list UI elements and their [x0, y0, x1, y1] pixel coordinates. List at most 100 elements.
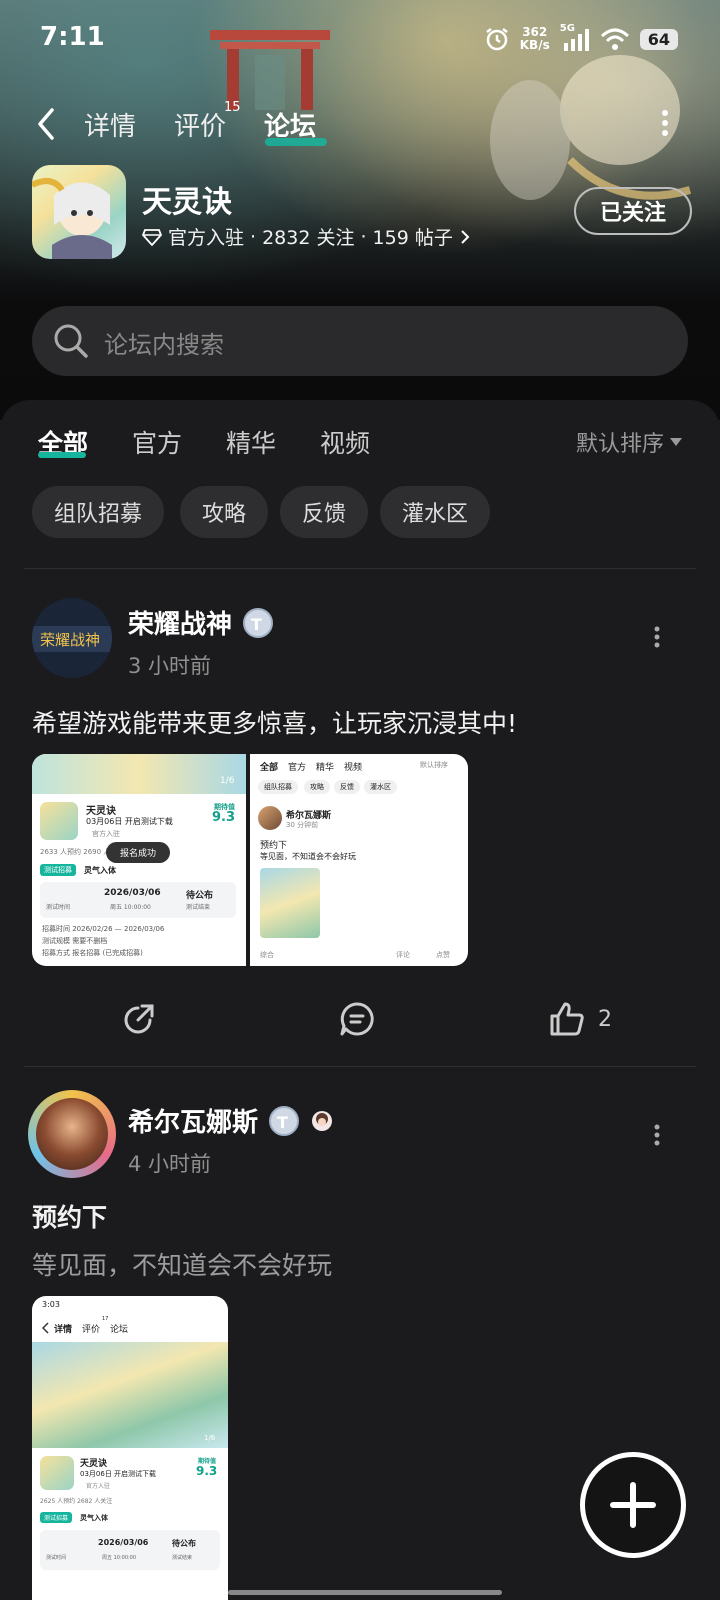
tab-details[interactable]: 详情: [84, 106, 136, 143]
svg-text:荣耀战神: 荣耀战神: [40, 631, 100, 649]
mini-tab: 详情: [54, 1325, 73, 1335]
mini-test-box: 测试时间 2026/03/06 周五 10:00:00 待公布 测试结束: [40, 882, 236, 918]
level-badge-icon: T: [243, 607, 274, 638]
forum-tab-official[interactable]: 官方: [132, 424, 182, 460]
back-arrow-icon[interactable]: [32, 104, 62, 144]
post-image-1[interactable]: 3:03 详情 评价 17 论坛 1/6 天灵诀 03月06日 开启测试下载 官…: [32, 1296, 228, 1600]
official-badge: 官方入驻: [168, 227, 245, 249]
author-name-text: 希尔瓦娜斯: [128, 1108, 259, 1138]
tab-reviews[interactable]: 评价: [174, 106, 226, 143]
svg-text:T: T: [251, 615, 262, 634]
mini-test-date: 2026/03/06: [104, 888, 161, 898]
forum-tab-indicator: [38, 452, 86, 458]
mini-tag: 测试招募: [40, 864, 76, 876]
mini-official: 官方入驻: [86, 1483, 111, 1490]
mini-tab-badge: 17: [102, 1316, 109, 1322]
avatar[interactable]: [28, 1090, 116, 1178]
mini-footer: 综合: [260, 951, 274, 959]
avatar-badge-icon: [312, 1110, 333, 1131]
mini-app-icon: [40, 802, 78, 840]
mini-line: 灵气入体: [80, 1514, 108, 1522]
network-speed: 362 KB/s: [520, 26, 550, 52]
mini-sort: 默认排序: [420, 761, 448, 769]
search-placeholder: 论坛内搜索: [104, 331, 224, 359]
chip-chat[interactable]: 灌水区: [380, 486, 491, 538]
mini-chip: 组队招募: [258, 780, 298, 794]
forum-tab-featured[interactable]: 精华: [226, 424, 276, 460]
post-text: 等见面，不知道会不会好玩: [32, 1251, 333, 1280]
mini-test-time: 周五 10:00:00: [102, 1555, 137, 1561]
meta-separator: ·: [250, 225, 257, 248]
mini-test-label: 测试时间: [46, 904, 71, 911]
mini-page-indicator: 1/6: [220, 776, 235, 786]
comment-icon: [340, 1002, 374, 1036]
app-icon-art: [32, 178, 112, 259]
mini-score: 9.3: [212, 810, 236, 825]
mini-row: 招募方式 报名招募 (已完成招募): [42, 949, 143, 957]
share-button[interactable]: [120, 1000, 158, 1038]
author-name[interactable]: 荣耀战神 T: [128, 604, 274, 641]
author-name[interactable]: 希尔瓦娜斯 T: [128, 1102, 334, 1139]
status-bar: 7:11 362 KB/s 5G 64: [0, 0, 720, 80]
home-indicator[interactable]: [228, 1590, 502, 1595]
mini-toast: 报名成功: [106, 842, 171, 863]
app-meta[interactable]: 官方入驻 · 2832 关注 · 159 帖子: [142, 223, 471, 250]
plus-icon: [610, 1482, 656, 1528]
mini-row: 测试规模 需要不删档: [42, 937, 108, 945]
chip-feedback[interactable]: 反馈: [280, 486, 369, 538]
mini-row: 招募时间 2026/02/26 — 2026/03/06: [42, 925, 165, 933]
comment-button[interactable]: [338, 1000, 376, 1038]
status-icons: 362 KB/s 5G 64: [484, 23, 678, 52]
forum-search[interactable]: 论坛内搜索: [32, 306, 688, 376]
mini-time: 3:03: [42, 1300, 60, 1309]
mini-image: [260, 868, 320, 938]
app-icon[interactable]: [32, 165, 126, 259]
mini-back-icon: [42, 1322, 49, 1334]
chip-guide[interactable]: 攻略: [180, 486, 269, 538]
post-image-1[interactable]: 1/6 天灵诀 03月06日 开启测试下载 官方入驻 期待值 9.3 2633 …: [32, 754, 246, 966]
app-title: 天灵诀: [142, 185, 232, 220]
battery-indicator: 64: [639, 28, 678, 50]
mini-score: 9.3: [196, 1464, 218, 1478]
post-actions: 2: [0, 988, 720, 1048]
mini-test-label: 测试时间: [46, 1555, 67, 1561]
post-more-icon[interactable]: [654, 1124, 660, 1146]
mini-tab: 官方: [288, 763, 307, 773]
mini-chip: 灌水区: [364, 780, 397, 794]
sort-dropdown[interactable]: 默认排序: [576, 426, 682, 458]
mini-test-box: 测试时间 2026/03/06 周五 10:00:00 待公布 测试结束: [40, 1530, 220, 1570]
mini-game-title: 天灵诀: [86, 806, 116, 817]
mini-avatar: [258, 806, 282, 830]
mini-like: 点赞: [436, 951, 450, 959]
level-badge-icon: T: [269, 1105, 300, 1136]
more-options-icon[interactable]: [660, 108, 670, 138]
mini-test-date: 2026/03/06: [98, 1538, 149, 1547]
avatar[interactable]: 荣耀战神: [32, 598, 112, 678]
diamond-icon: [142, 228, 162, 246]
tab-forum[interactable]: 论坛: [264, 106, 316, 143]
mini-tab: 论坛: [110, 1325, 129, 1335]
like-button[interactable]: 2: [548, 1000, 612, 1038]
mini-tab: 全部: [260, 763, 279, 773]
chip-team[interactable]: 组队招募: [32, 486, 165, 538]
clock: 7:11: [40, 22, 105, 52]
wifi-icon: [600, 28, 629, 50]
app-info: 天灵诀 官方入驻 · 2832 关注 · 159 帖子 已关注: [32, 165, 692, 260]
mini-banner: 1/6: [32, 1342, 228, 1448]
mini-app-icon: [40, 1456, 74, 1490]
mini-test-tbd: 待公布: [186, 891, 214, 901]
chevron-right-icon: [461, 229, 470, 244]
post-image-2[interactable]: 全部 官方 精华 视频 默认排序 组队招募 攻略 反馈 灌水区 希尔瓦娜斯 30…: [250, 754, 468, 966]
mini-official: 官方入驻: [92, 830, 120, 838]
divider: [24, 1066, 696, 1067]
mini-title: 预约下: [260, 841, 288, 851]
follow-button[interactable]: 已关注: [574, 187, 692, 235]
avatar-art: 荣耀战神: [32, 598, 112, 678]
author-name-text: 荣耀战神: [128, 610, 233, 640]
mini-test-end: 测试结束: [186, 904, 211, 911]
forum-tab-video[interactable]: 视频: [320, 424, 370, 460]
post-more-icon[interactable]: [654, 626, 660, 648]
mini-test-time: 周五 10:00:00: [110, 904, 151, 911]
mini-banner: [32, 754, 246, 794]
create-post-button[interactable]: [580, 1452, 686, 1558]
